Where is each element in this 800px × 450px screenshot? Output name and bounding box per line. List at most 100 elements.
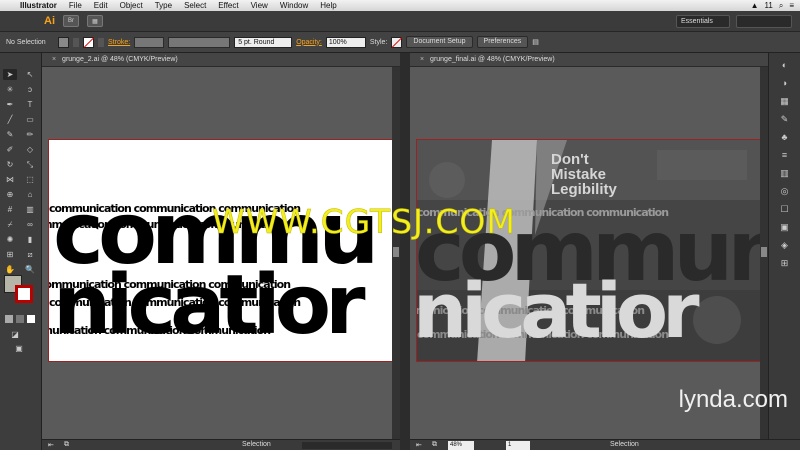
- zoom-level-field[interactable]: 48%: [448, 441, 474, 450]
- color-panel-icon[interactable]: ◐: [778, 59, 792, 71]
- artboard-nav-icon[interactable]: ⇤: [416, 441, 422, 449]
- eyedropper-tool-icon[interactable]: ⌿: [3, 219, 17, 230]
- menu-type[interactable]: Type: [149, 1, 178, 10]
- brushes-panel-icon[interactable]: ✎: [778, 113, 792, 125]
- appearance-panel-icon[interactable]: ☐: [778, 203, 792, 215]
- opacity-label[interactable]: Opacity:: [296, 39, 322, 46]
- color-guide-icon[interactable]: ◑: [778, 77, 792, 89]
- layers-panel-icon[interactable]: ◈: [778, 239, 792, 251]
- gradient-mode-icon[interactable]: [16, 315, 24, 323]
- workspace-switcher[interactable]: Essentials: [676, 15, 730, 28]
- search-icon[interactable]: ⌕: [779, 1, 783, 11]
- document-setup-button[interactable]: Document Setup: [406, 36, 473, 48]
- horizontal-scrollbar-left[interactable]: [302, 442, 392, 449]
- menu-edit[interactable]: Edit: [88, 1, 114, 10]
- blob-brush-tool-icon[interactable]: ✐: [3, 144, 17, 155]
- rotate-tool-icon[interactable]: ↻: [3, 159, 17, 170]
- help-search-input[interactable]: [736, 15, 792, 28]
- status-bar-left: ⇤ ⧉ Selection: [42, 439, 400, 450]
- artboard-nav-icon[interactable]: ⇤: [48, 441, 54, 449]
- arrange-documents-button[interactable]: ▦: [87, 15, 103, 27]
- align-icon[interactable]: ▤: [532, 38, 539, 46]
- direct-selection-tool-icon[interactable]: ↖: [23, 69, 37, 80]
- pencil-tool-icon[interactable]: ✏: [23, 129, 37, 140]
- pen-tool-icon[interactable]: ✒: [3, 99, 17, 110]
- menu-help[interactable]: Help: [314, 1, 342, 10]
- open-window-icon[interactable]: ⧉: [64, 441, 69, 449]
- document-tab-right[interactable]: × grunge_final.ai @ 48% (CMYK/Preview): [410, 53, 768, 67]
- brush-definition[interactable]: 5 pt. Round: [234, 36, 293, 48]
- stroke-dropdown[interactable]: [98, 37, 104, 47]
- transparency-panel-icon[interactable]: ◎: [778, 185, 792, 197]
- lynda-logo: lynda.com: [678, 386, 788, 413]
- open-window-icon[interactable]: ⧉: [432, 441, 437, 449]
- none-mode-icon[interactable]: [27, 315, 35, 323]
- color-mode-icon[interactable]: [5, 315, 13, 323]
- swatches-panel-icon[interactable]: ▦: [778, 95, 792, 107]
- menu-file[interactable]: File: [63, 1, 88, 10]
- artboard-right[interactable]: communication communication communicatio…: [416, 139, 763, 362]
- adobe-icon[interactable]: ▲: [751, 1, 759, 10]
- fill-dropdown[interactable]: [73, 37, 79, 47]
- perspective-grid-tool-icon[interactable]: ⌂: [23, 189, 37, 200]
- menu-select[interactable]: Select: [178, 1, 212, 10]
- vertical-scrollbar-left[interactable]: [392, 67, 400, 439]
- graphic-styles-icon[interactable]: ▣: [778, 221, 792, 233]
- menu-window[interactable]: Window: [274, 1, 314, 10]
- variable-width-field[interactable]: [168, 36, 231, 48]
- hand-tool-icon[interactable]: ✋: [3, 264, 17, 275]
- stroke-swatch[interactable]: [83, 36, 94, 48]
- screen-mode-icon[interactable]: ▣: [12, 343, 26, 354]
- document-splitter[interactable]: [400, 53, 410, 450]
- artboard-left[interactable]: communication communication communicatio…: [48, 139, 395, 362]
- width-tool-icon[interactable]: ⋈: [3, 174, 17, 185]
- status-mode-right[interactable]: Selection: [610, 441, 639, 448]
- draw-mode-icon[interactable]: ◪: [8, 329, 22, 340]
- mesh-tool-icon[interactable]: #: [3, 204, 17, 215]
- eraser-tool-icon[interactable]: ◇: [23, 144, 37, 155]
- blend-tool-icon[interactable]: ∞: [23, 219, 37, 230]
- zoom-tool-icon[interactable]: 🔍: [23, 264, 37, 275]
- stroke-panel-icon[interactable]: ≡: [778, 149, 792, 161]
- gradient-panel-icon[interactable]: ▥: [778, 167, 792, 179]
- list-icon[interactable]: ≡: [789, 1, 794, 10]
- close-tab-icon[interactable]: ×: [52, 56, 56, 63]
- stroke-weight-field[interactable]: [134, 36, 165, 48]
- illustrator-logo: Ai: [44, 15, 55, 27]
- slice-tool-icon[interactable]: ⧄: [23, 249, 37, 260]
- fill-swatch[interactable]: [58, 36, 69, 48]
- type-tool-icon[interactable]: T: [23, 99, 37, 110]
- shape-builder-tool-icon[interactable]: ⊕: [3, 189, 17, 200]
- artboard-tool-icon[interactable]: ⊞: [3, 249, 17, 260]
- scale-tool-icon[interactable]: ⤡: [23, 159, 37, 170]
- stroke-label[interactable]: Stroke:: [108, 39, 130, 46]
- symbol-sprayer-tool-icon[interactable]: ✺: [3, 234, 17, 245]
- close-tab-icon[interactable]: ×: [420, 56, 424, 63]
- fill-stroke-control[interactable]: [4, 275, 38, 305]
- menu-app[interactable]: Illustrator: [14, 1, 63, 10]
- menu-view[interactable]: View: [245, 1, 274, 10]
- rectangle-tool-icon[interactable]: ▭: [23, 114, 37, 125]
- lasso-tool-icon[interactable]: ↄ: [23, 84, 37, 95]
- bridge-button[interactable]: Br: [63, 15, 79, 27]
- gradient-tool-icon[interactable]: ▥: [23, 204, 37, 215]
- column-graph-tool-icon[interactable]: ▮: [23, 234, 37, 245]
- magic-wand-tool-icon[interactable]: ✳: [3, 84, 17, 95]
- vertical-scrollbar-right[interactable]: [760, 67, 768, 439]
- paintbrush-tool-icon[interactable]: ✎: [3, 129, 17, 140]
- artboards-panel-icon[interactable]: ⊞: [778, 257, 792, 269]
- preferences-button[interactable]: Preferences: [476, 36, 529, 48]
- style-swatch[interactable]: [391, 36, 403, 48]
- opacity-field[interactable]: 100%: [325, 36, 366, 48]
- free-transform-tool-icon[interactable]: ⬚: [23, 174, 37, 185]
- artboard-number-field[interactable]: 1: [506, 441, 530, 450]
- headline-line2: nicatior: [53, 258, 366, 353]
- status-mode-left[interactable]: Selection: [242, 441, 271, 448]
- menu-object[interactable]: Object: [114, 1, 149, 10]
- symbols-panel-icon[interactable]: ♣: [778, 131, 792, 143]
- stroke-color-icon[interactable]: [15, 285, 33, 303]
- menu-effect[interactable]: Effect: [212, 1, 244, 10]
- document-tab-left[interactable]: × grunge_2.ai @ 48% (CMYK/Preview): [42, 53, 400, 67]
- selection-tool-icon[interactable]: ➤: [3, 69, 17, 80]
- line-tool-icon[interactable]: ╱: [3, 114, 17, 125]
